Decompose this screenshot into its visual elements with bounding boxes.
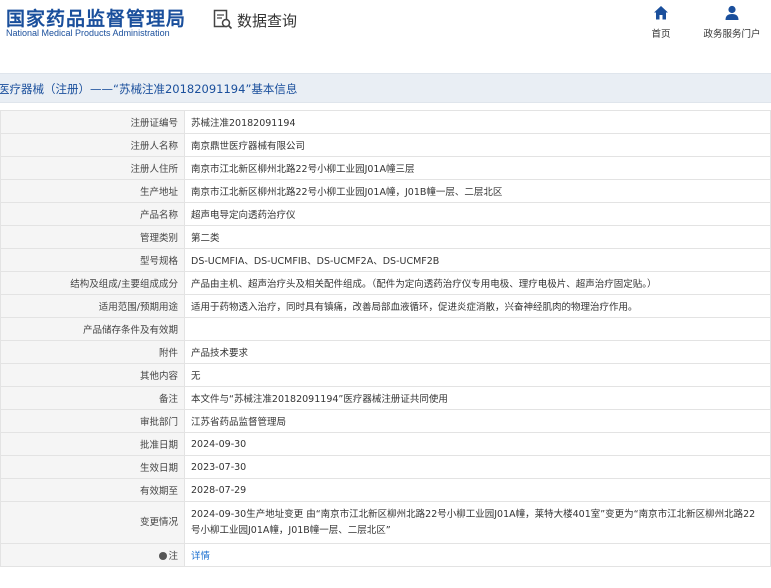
- table-row: 有效期至 2028-07-29: [0, 478, 771, 502]
- row-value: 2023-07-30: [184, 455, 771, 479]
- row-label: 变更情况: [0, 501, 185, 544]
- logo-title-en: National Medical Products Administration: [6, 28, 170, 38]
- row-value: 产品技术要求: [184, 340, 771, 364]
- row-label: 批准日期: [0, 432, 185, 456]
- search-document-icon: [213, 9, 233, 31]
- row-value: 2028-07-29: [184, 478, 771, 502]
- record-title: 医疗器械（注册）——“苏械注准20182091194”基本信息: [0, 82, 298, 96]
- table-row: 产品名称 超声电导定向透药治疗仪: [0, 202, 771, 226]
- row-label: 产品储存条件及有效期: [0, 317, 185, 341]
- row-value: 2024-09-30: [184, 432, 771, 456]
- row-label: 注册人名称: [0, 133, 185, 157]
- row-value: 超声电导定向透药治疗仪: [184, 202, 771, 226]
- row-value: [184, 317, 771, 341]
- nav-service-portal-label: 政务服务门户: [703, 29, 761, 40]
- details-link[interactable]: 详情: [191, 551, 210, 562]
- row-label: 生产地址: [0, 179, 185, 203]
- row-value: 江苏省药品监督管理局: [184, 409, 771, 433]
- row-value: 南京鼎世医疗器械有限公司: [184, 133, 771, 157]
- row-label: 备注: [0, 386, 185, 410]
- table-row: 备注 本文件与“苏械注准20182091194”医疗器械注册证共同使用: [0, 386, 771, 410]
- note-value-cell: 详情: [184, 543, 771, 567]
- row-label: 其他内容: [0, 363, 185, 387]
- data-query-title: 数据查询: [213, 9, 297, 31]
- row-value: 2024-09-30生产地址变更 由“南京市江北新区柳州北路22号小柳工业园J0…: [184, 501, 771, 544]
- home-icon: [654, 6, 668, 20]
- table-row: 生效日期 2023-07-30: [0, 455, 771, 479]
- row-label: 注册人住所: [0, 156, 185, 180]
- info-icon: [159, 551, 168, 560]
- row-value: 产品由主机、超声治疗头及相关配件组成。（配件为定向透药治疗仪专用电极、理疗电极片…: [184, 271, 771, 295]
- table-row: 审批部门 江苏省药品监督管理局: [0, 409, 771, 433]
- row-value: 苏械注准20182091194: [184, 110, 771, 134]
- row-label: 生效日期: [0, 455, 185, 479]
- row-label: 适用范围/预期用途: [0, 294, 185, 318]
- row-label: 型号规格: [0, 248, 185, 272]
- row-label: 管理类别: [0, 225, 185, 249]
- table-row: 型号规格 DS-UCMFIA、DS-UCMFIB、DS-UCMF2A、DS-UC…: [0, 248, 771, 272]
- row-value: 无: [184, 363, 771, 387]
- row-label: 有效期至: [0, 478, 185, 502]
- row-label: 附件: [0, 340, 185, 364]
- row-label: 产品名称: [0, 202, 185, 226]
- nav-service-portal[interactable]: 政务服务门户: [697, 4, 767, 40]
- table-row: 注册人名称 南京鼎世医疗器械有限公司: [0, 133, 771, 157]
- table-row: 结构及组成/主要组成成分 产品由主机、超声治疗头及相关配件组成。（配件为定向透药…: [0, 271, 771, 295]
- table-row: 生产地址 南京市江北新区柳州北路22号小柳工业园J01A幢，J01B幢一层、二层…: [0, 179, 771, 203]
- table-row: 其他内容 无: [0, 363, 771, 387]
- table-row: 附件 产品技术要求: [0, 340, 771, 364]
- table-row: 变更情况 2024-09-30生产地址变更 由“南京市江北新区柳州北路22号小柳…: [0, 501, 771, 544]
- row-label: 注册证编号: [0, 110, 185, 134]
- row-value: DS-UCMFIA、DS-UCMFIB、DS-UCMF2A、DS-UCMF2B: [184, 248, 771, 272]
- data-query-label: 数据查询: [237, 11, 298, 30]
- nav-home[interactable]: 首页: [626, 4, 696, 40]
- registration-info-table: 注册证编号 苏械注准20182091194 注册人名称 南京鼎世医疗器械有限公司…: [0, 110, 771, 567]
- table-row: 产品储存条件及有效期: [0, 317, 771, 341]
- row-value: 南京市江北新区柳州北路22号小柳工业园J01A幢三层: [184, 156, 771, 180]
- table-row: 适用范围/预期用途 适用于药物透入治疗，同时具有镇痛，改善局部血液循环，促进炎症…: [0, 294, 771, 318]
- table-row: 注册人住所 南京市江北新区柳州北路22号小柳工业园J01A幢三层: [0, 156, 771, 180]
- record-title-bar: 医疗器械（注册）——“苏械注准20182091194”基本信息: [0, 73, 771, 103]
- row-label: 结构及组成/主要组成成分: [0, 271, 185, 295]
- table-row: 管理类别 第二类: [0, 225, 771, 249]
- nav-home-label: 首页: [651, 29, 671, 40]
- table-row: 批准日期 2024-09-30: [0, 432, 771, 456]
- row-value: 适用于药物透入治疗，同时具有镇痛，改善局部血液循环，促进炎症消散，兴奋神经肌肉的…: [184, 294, 771, 318]
- note-label-cell: 注: [0, 543, 185, 567]
- table-row-note: 注 详情: [0, 543, 771, 567]
- logo-title-cn[interactable]: 国家药品监督管理局: [6, 4, 186, 31]
- site-header: 国家药品监督管理局 National Medical Products Admi…: [0, 0, 771, 50]
- row-label: 审批部门: [0, 409, 185, 433]
- user-icon: [725, 5, 739, 20]
- note-label: 注: [168, 551, 178, 562]
- table-row: 注册证编号 苏械注准20182091194: [0, 110, 771, 134]
- row-value: 第二类: [184, 225, 771, 249]
- row-value: 本文件与“苏械注准20182091194”医疗器械注册证共同使用: [184, 386, 771, 410]
- row-value: 南京市江北新区柳州北路22号小柳工业园J01A幢，J01B幢一层、二层北区: [184, 179, 771, 203]
